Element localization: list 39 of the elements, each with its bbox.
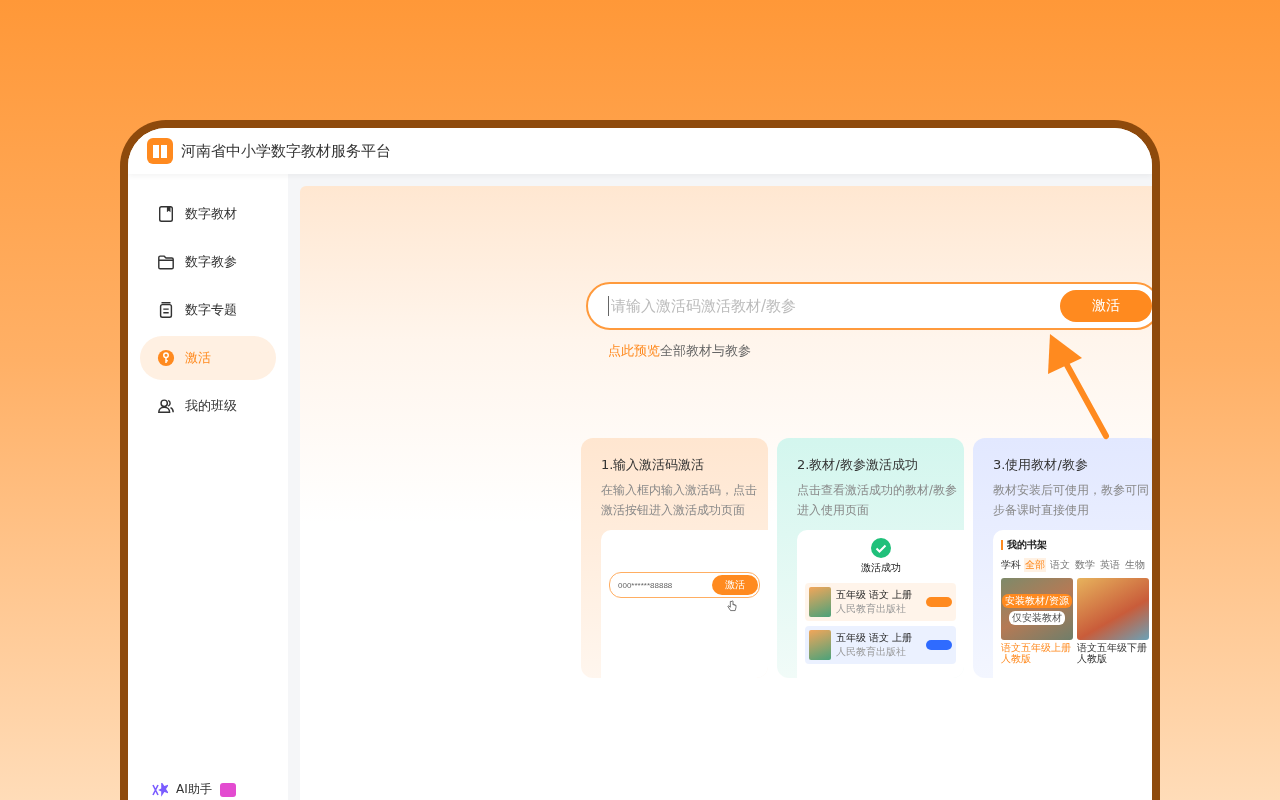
subject-label: 学科 <box>1001 558 1021 572</box>
subject-filter-label[interactable]: 语文 <box>1049 558 1071 572</box>
book-logo-icon <box>147 138 173 164</box>
ai-assistant-label[interactable]: AI助手 <box>176 781 212 798</box>
code-text: 000******88888 <box>618 580 674 590</box>
step-title: 3.使用教材/教参 <box>993 456 1089 474</box>
step-description: 在输入框内输入激活码，点击激活按钮进入激活成功页面 <box>601 482 758 519</box>
nav-item[interactable]: 数字教材 <box>140 192 276 236</box>
step-description: 点击查看激活成功的教材/教参进入使用页面 <box>797 482 958 519</box>
subject-filter-label[interactable]: 英语 <box>1099 558 1121 572</box>
nav-icon <box>157 205 175 223</box>
subject-filter-label[interactable]: 数学 <box>1074 558 1096 572</box>
book-title: 五年级 语文 上册 <box>836 631 914 645</box>
shelf-title: 我的书架 <box>1007 538 1047 552</box>
book-title: 五年级 语文 上册 <box>836 588 914 602</box>
book-cover <box>809 587 831 617</box>
nav-item[interactable]: 我的班级 <box>140 384 276 428</box>
nav-icon <box>157 349 175 367</box>
hand-cursor-icon <box>727 600 737 612</box>
book-publisher: 人民教育出版社 <box>836 602 907 616</box>
nav-icon <box>157 397 175 415</box>
sparkle-icon <box>152 782 168 797</box>
nav-item[interactable]: 数字教参 <box>140 240 276 284</box>
preview-hint: 全部教材与教参 <box>660 342 751 360</box>
subject-filter-label[interactable]: 生物 <box>1124 558 1146 572</box>
check-icon <box>870 538 891 558</box>
nav-icon <box>157 253 175 271</box>
book-caption: 语文五年级下册人教版 <box>1077 642 1148 664</box>
book-publisher: 人民教育出版社 <box>836 645 907 659</box>
step-description: 教材安装后可使用，教参可同步备课时直接使用 <box>993 482 1150 519</box>
book-cover <box>809 630 831 660</box>
app-title: 河南省中小学数字教材服务平台 <box>181 141 391 161</box>
nav-item[interactable]: 数字专题 <box>140 288 276 332</box>
step-title: 1.输入激活码激活 <box>601 456 706 474</box>
book-caption: 语文五年级上册人教版 <box>1001 642 1072 664</box>
nav-icon <box>157 301 175 319</box>
new-badge-icon <box>219 782 236 797</box>
step-title: 2.教材/教参激活成功 <box>797 456 919 474</box>
success-title: 激活成功 <box>860 561 901 575</box>
